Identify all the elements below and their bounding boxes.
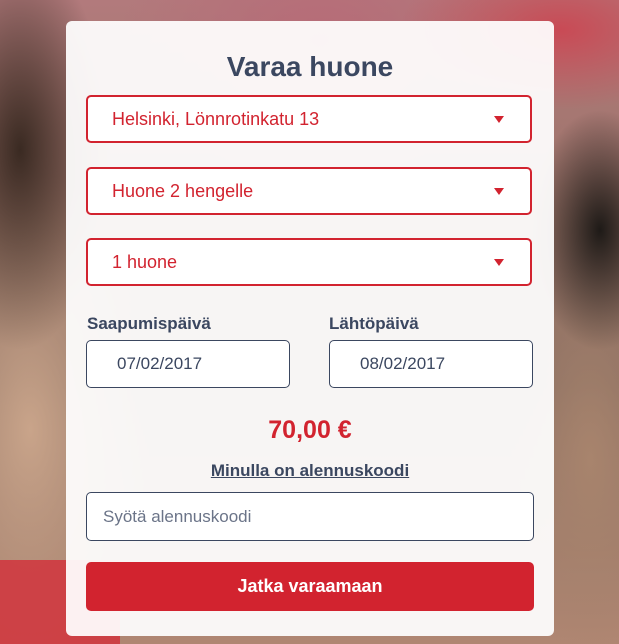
room-count-select[interactable]: 1 huone	[86, 238, 532, 286]
arrival-date-value: 07/02/2017	[117, 354, 203, 373]
caret-down-icon	[494, 116, 504, 123]
caret-down-icon	[494, 259, 504, 266]
location-select-value: Helsinki, Lönnrotinkatu 13	[112, 109, 320, 129]
discount-code-input[interactable]	[86, 492, 534, 541]
departure-date-label: Lähtöpäivä	[329, 314, 419, 333]
caret-down-icon	[494, 188, 504, 195]
departure-date-value: 08/02/2017	[360, 354, 446, 373]
discount-code-link[interactable]: Minulla on alennuskoodi	[66, 461, 554, 481]
room-count-select-value: 1 huone	[112, 252, 178, 272]
total-price: 70,00 €	[268, 416, 352, 444]
arrival-date-label: Saapumispäivä	[87, 314, 211, 333]
form-title: Varaa huone	[226, 51, 394, 82]
room-type-select-value: Huone 2 hengelle	[112, 181, 254, 201]
departure-date-field[interactable]: 08/02/2017	[329, 340, 533, 388]
booking-form-card: Varaa huone Helsinki, Lönnrotinkatu 13 H…	[66, 21, 554, 636]
location-select[interactable]: Helsinki, Lönnrotinkatu 13	[86, 95, 532, 143]
room-type-select[interactable]: Huone 2 hengelle	[86, 167, 532, 215]
continue-booking-button[interactable]: Jatka varaamaan	[86, 562, 534, 611]
arrival-date-field[interactable]: 07/02/2017	[86, 340, 290, 388]
